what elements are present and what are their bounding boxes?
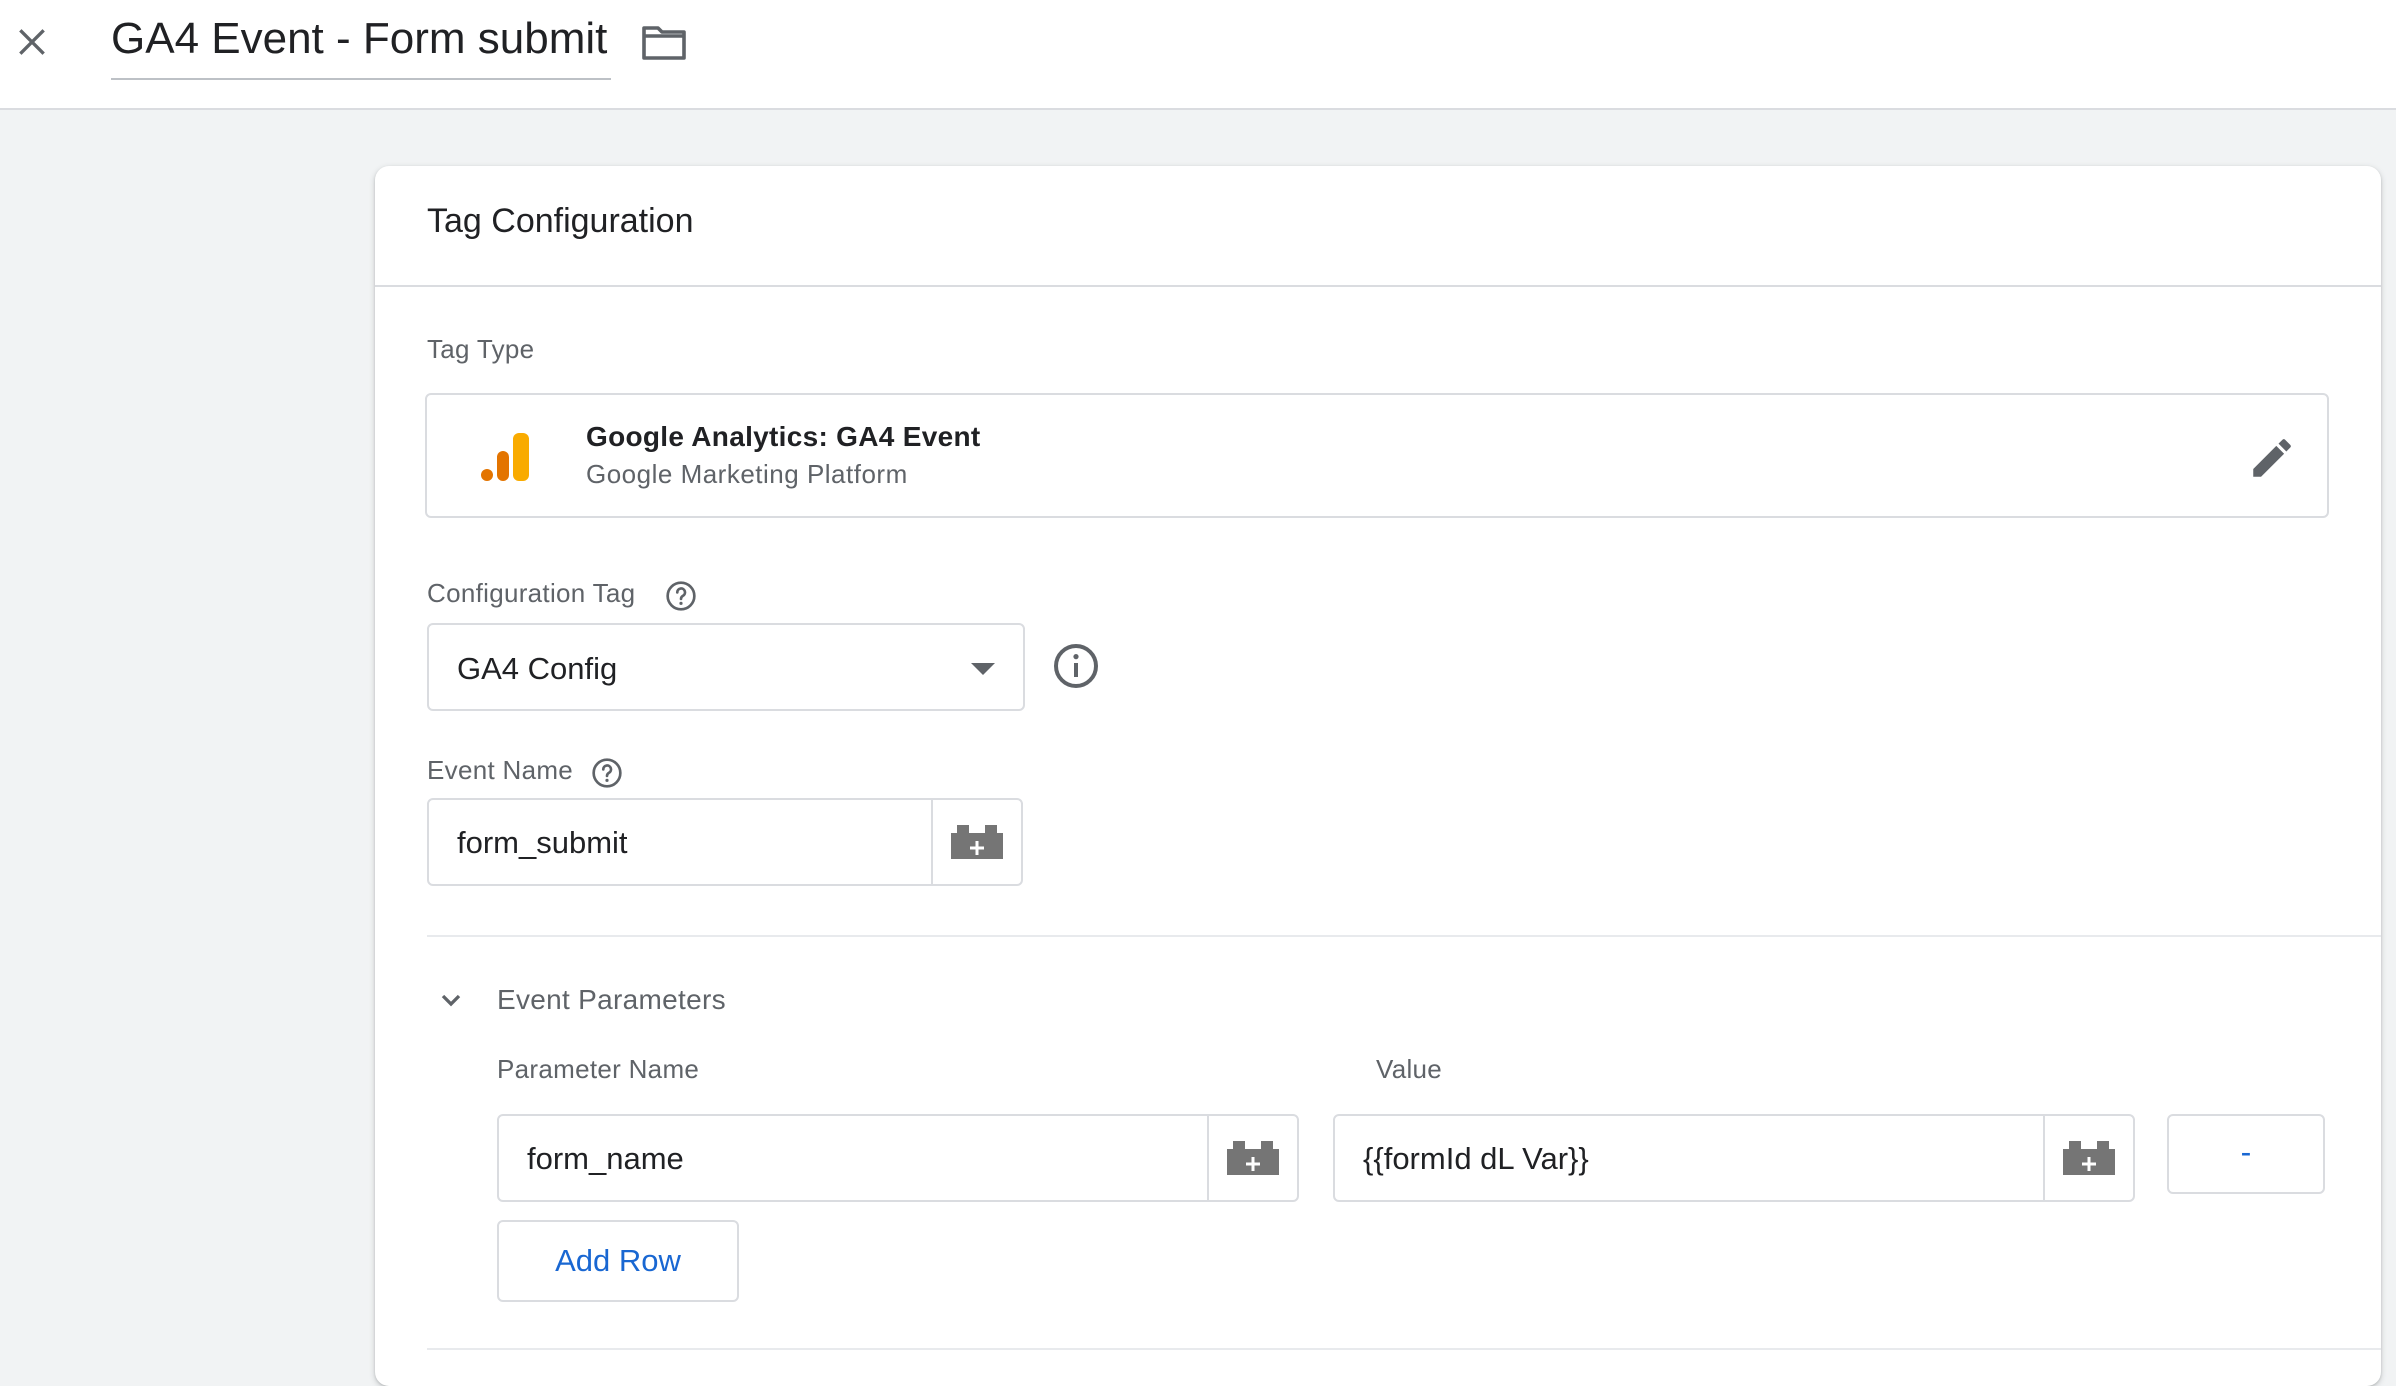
- event-parameters-title[interactable]: Event Parameters: [497, 984, 726, 1016]
- dropdown-arrow-icon: [971, 663, 995, 675]
- pencil-icon[interactable]: [2247, 433, 2297, 483]
- parameter-name-column-header: Parameter Name: [497, 1054, 700, 1084]
- help-icon[interactable]: [591, 757, 623, 789]
- parameter-value-input[interactable]: {{formId dL Var}}: [1363, 1141, 1589, 1177]
- close-icon: [19, 29, 45, 55]
- tag-type-name: Google Analytics: GA4 Event: [586, 421, 981, 452]
- configuration-tag-select[interactable]: GA4 Config: [427, 623, 1025, 711]
- event-name-label: Event Name: [427, 755, 574, 785]
- top-bar: GA4 Event - Form submit: [0, 0, 2396, 110]
- help-icon[interactable]: [665, 580, 697, 612]
- tag-name-field[interactable]: GA4 Event - Form submit: [111, 12, 611, 80]
- tag-title: GA4 Event - Form submit: [111, 14, 608, 63]
- close-button[interactable]: [8, 18, 56, 66]
- tag-configuration-card: Tag Configuration Tag Type Google Analyt…: [375, 166, 2381, 1386]
- folder-button[interactable]: [638, 18, 690, 66]
- parameter-name-field[interactable]: form_name: [497, 1114, 1299, 1202]
- folder-icon: [642, 26, 686, 60]
- insert-variable-button[interactable]: [931, 800, 1021, 884]
- variable-brick-icon: [951, 825, 1003, 859]
- value-column-header: Value: [1376, 1054, 1443, 1084]
- configuration-tag-label: Configuration Tag: [427, 578, 636, 608]
- card-header: Tag Configuration: [375, 166, 2381, 287]
- card-title: Tag Configuration: [427, 202, 694, 240]
- info-icon[interactable]: [1052, 642, 1100, 690]
- tag-type-label: Tag Type: [427, 334, 535, 364]
- variable-brick-icon: [2063, 1141, 2115, 1175]
- add-row-button[interactable]: Add Row: [497, 1220, 739, 1302]
- parameter-name-input[interactable]: form_name: [527, 1141, 684, 1177]
- section-divider: [427, 935, 2381, 937]
- remove-row-button[interactable]: -: [2167, 1114, 2325, 1194]
- insert-variable-button[interactable]: [1207, 1116, 1297, 1200]
- section-divider: [427, 1348, 2381, 1350]
- variable-brick-icon: [1227, 1141, 1279, 1175]
- event-name-field[interactable]: form_submit: [427, 798, 1023, 886]
- parameter-value-field[interactable]: {{formId dL Var}}: [1333, 1114, 2135, 1202]
- tag-type-platform: Google Marketing Platform: [586, 459, 908, 489]
- configuration-tag-value: GA4 Config: [457, 651, 618, 686]
- insert-variable-button[interactable]: [2043, 1116, 2133, 1200]
- tag-type-selector[interactable]: Google Analytics: GA4 Event Google Marke…: [425, 393, 2329, 518]
- chevron-down-icon[interactable]: [435, 984, 467, 1016]
- event-name-input[interactable]: form_submit: [457, 825, 628, 861]
- google-analytics-logo: [481, 433, 529, 481]
